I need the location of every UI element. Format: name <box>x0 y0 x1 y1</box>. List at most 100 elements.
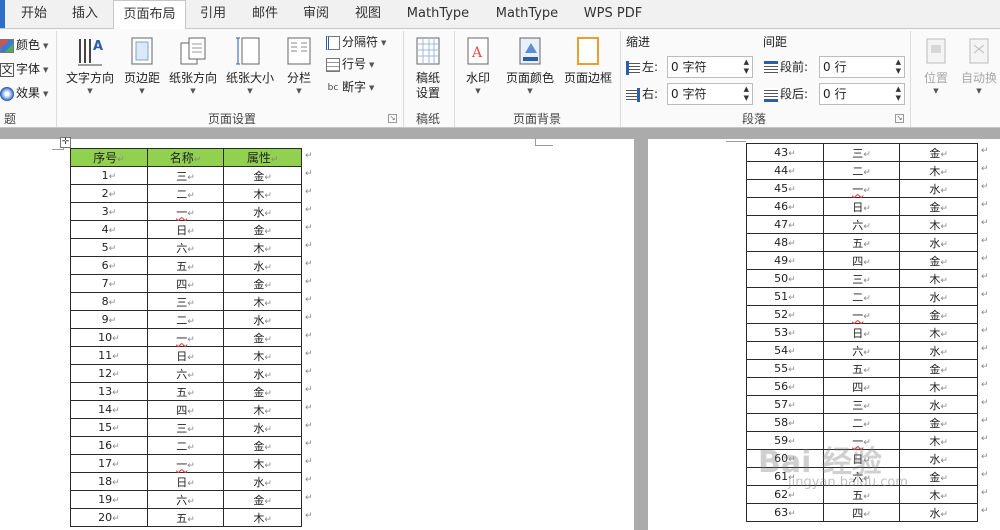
tab-view[interactable]: 视图 <box>347 0 389 28</box>
tab-mathtype-1[interactable]: MathType <box>398 0 478 28</box>
attribute-cell[interactable]: 金↵ <box>899 467 978 486</box>
indent-left-field[interactable]: 0 字符 ▲ ▼ <box>667 56 753 78</box>
attribute-cell[interactable]: 金↵ <box>899 305 978 324</box>
tab-home[interactable]: 开始 <box>12 0 56 28</box>
tab-mailings[interactable]: 邮件 <box>244 0 286 28</box>
attribute-cell[interactable]: 金↵ <box>223 490 302 509</box>
paragraph-dialog-launcher[interactable]: ↘ <box>895 114 904 123</box>
serial-cell[interactable]: 43↵ <box>746 143 824 162</box>
name-cell[interactable]: 一↵ <box>822 305 901 324</box>
attribute-cell[interactable]: 金↵ <box>223 382 302 401</box>
serial-cell[interactable]: 6↵ <box>70 256 148 275</box>
name-cell[interactable]: 二↵ <box>822 287 901 306</box>
serial-cell[interactable]: 55↵ <box>746 359 824 378</box>
name-cell[interactable]: 四↵ <box>146 400 225 419</box>
attribute-cell[interactable]: 金↵ <box>899 143 978 162</box>
name-cell[interactable]: 四↵ <box>146 274 225 293</box>
position-button[interactable]: 位置 ▼ <box>916 33 956 107</box>
attribute-cell[interactable]: 水↵ <box>223 418 302 437</box>
indent-right-field[interactable]: 0 字符 ▲ ▼ <box>667 83 753 105</box>
serial-cell[interactable]: 44↵ <box>746 161 824 180</box>
name-cell[interactable]: 六↵ <box>146 364 225 383</box>
attribute-cell[interactable]: 水↵ <box>223 364 302 383</box>
attribute-cell[interactable]: 木↵ <box>899 323 978 342</box>
serial-cell[interactable]: 47↵ <box>746 215 824 234</box>
header-cell[interactable]: 属性↵ <box>223 148 302 167</box>
page-borders-button[interactable]: 页面边框 <box>560 33 616 107</box>
attribute-cell[interactable]: 金↵ <box>223 328 302 347</box>
serial-cell[interactable]: 5↵ <box>70 238 148 257</box>
tab-wps-pdf[interactable]: WPS PDF <box>575 0 651 28</box>
serial-cell[interactable]: 58↵ <box>746 413 824 432</box>
attribute-cell[interactable]: 木↵ <box>223 508 302 527</box>
attribute-cell[interactable]: 木↵ <box>899 485 978 504</box>
serial-cell[interactable]: 1↵ <box>70 166 148 185</box>
serial-cell[interactable]: 11↵ <box>70 346 148 365</box>
attribute-cell[interactable]: 木↵ <box>223 454 302 473</box>
name-cell[interactable]: 三↵ <box>146 292 225 311</box>
name-cell[interactable]: 五↵ <box>822 233 901 252</box>
attribute-cell[interactable]: 金↵ <box>223 436 302 455</box>
page-2[interactable]: 43↵ 三↵ 金↵ 44↵ 二↵ 木↵ 45↵ 一↵ 水↵ 46↵ 日↵ 金↵ 47↵ 六↵ 木↵ 48↵ 五↵… <box>648 139 1000 530</box>
serial-cell[interactable]: 48↵ <box>746 233 824 252</box>
name-cell[interactable]: 五↵ <box>146 256 225 275</box>
columns-button[interactable]: 分栏 ▼ <box>283 33 315 107</box>
serial-cell[interactable]: 56↵ <box>746 377 824 396</box>
page-setup-dialog-launcher[interactable]: ↘ <box>388 114 397 123</box>
attribute-cell[interactable]: 木↵ <box>899 215 978 234</box>
header-cell[interactable]: 序号↵ <box>70 148 148 167</box>
page-size-button[interactable]: 纸张大小 ▼ <box>222 33 278 107</box>
wrap-text-button[interactable]: 自动换 ▼ <box>958 33 1000 107</box>
name-cell[interactable]: 一↵ <box>146 454 225 473</box>
name-cell[interactable]: 日↵ <box>146 346 225 365</box>
name-cell[interactable]: 四↵ <box>822 251 901 270</box>
attribute-cell[interactable]: 金↵ <box>899 413 978 432</box>
name-cell[interactable]: 日↵ <box>146 220 225 239</box>
page-1[interactable]: ✛ 序号↵ 名称↵ 属性↵ 1↵ 三↵ 金↵ 2↵ 二↵ 木↵ 3↵ 一↵ 水↵ 4↵ 日↵ 金↵ 5↵… <box>0 137 634 530</box>
attribute-cell[interactable]: 金↵ <box>899 251 978 270</box>
serial-cell[interactable]: 20↵ <box>70 508 148 527</box>
attribute-cell[interactable]: 木↵ <box>223 346 302 365</box>
theme-colors-button[interactable]: 颜色 ▼ <box>0 35 48 55</box>
attribute-cell[interactable]: 水↵ <box>899 503 978 522</box>
attribute-cell[interactable]: 水↵ <box>223 472 302 491</box>
serial-cell[interactable]: 3↵ <box>70 202 148 221</box>
name-cell[interactable]: 日↵ <box>822 323 901 342</box>
serial-cell[interactable]: 13↵ <box>70 382 148 401</box>
theme-effects-button[interactable]: 效果 ▼ <box>0 83 48 103</box>
tab-insert[interactable]: 插入 <box>62 0 108 28</box>
serial-cell[interactable]: 7↵ <box>70 274 148 293</box>
attribute-cell[interactable]: 水↵ <box>899 449 978 468</box>
orientation-button[interactable]: 纸张方向 ▼ <box>165 33 221 107</box>
serial-cell[interactable]: 8↵ <box>70 292 148 311</box>
serial-cell[interactable]: 46↵ <box>746 197 824 216</box>
serial-cell[interactable]: 17↵ <box>70 454 148 473</box>
space-after-field[interactable]: 0 行 ▲ ▼ <box>819 83 905 105</box>
serial-cell[interactable]: 18↵ <box>70 472 148 491</box>
name-cell[interactable]: 五↵ <box>146 382 225 401</box>
serial-cell[interactable]: 53↵ <box>746 323 824 342</box>
serial-cell[interactable]: 63↵ <box>746 503 824 522</box>
serial-cell[interactable]: 45↵ <box>746 179 824 198</box>
breaks-button[interactable]: 分隔符 ▼ <box>326 32 386 52</box>
theme-fonts-button[interactable]: 文字体 ▼ <box>0 59 48 79</box>
attribute-cell[interactable]: 金↵ <box>899 359 978 378</box>
name-cell[interactable]: 六↵ <box>822 341 901 360</box>
attribute-cell[interactable]: 木↵ <box>223 400 302 419</box>
name-cell[interactable]: 五↵ <box>146 508 225 527</box>
name-cell[interactable]: 二↵ <box>146 436 225 455</box>
tab-references[interactable]: 引用 <box>192 0 234 28</box>
attribute-cell[interactable]: 水↵ <box>223 310 302 329</box>
serial-cell[interactable]: 51↵ <box>746 287 824 306</box>
spinner-arrows-icon[interactable]: ▲ ▼ <box>896 85 901 103</box>
header-cell[interactable]: 名称↵ <box>146 148 225 167</box>
name-cell[interactable]: 六↵ <box>146 490 225 509</box>
name-cell[interactable]: 五↵ <box>822 359 901 378</box>
attribute-cell[interactable]: 木↵ <box>899 431 978 450</box>
name-cell[interactable]: 一↵ <box>822 179 901 198</box>
space-before-field[interactable]: 0 行 ▲ ▼ <box>819 56 905 78</box>
attribute-cell[interactable]: 木↵ <box>223 184 302 203</box>
table-move-handle-icon[interactable]: ✛ <box>60 137 71 148</box>
name-cell[interactable]: 日↵ <box>146 472 225 491</box>
attribute-cell[interactable]: 木↵ <box>899 269 978 288</box>
